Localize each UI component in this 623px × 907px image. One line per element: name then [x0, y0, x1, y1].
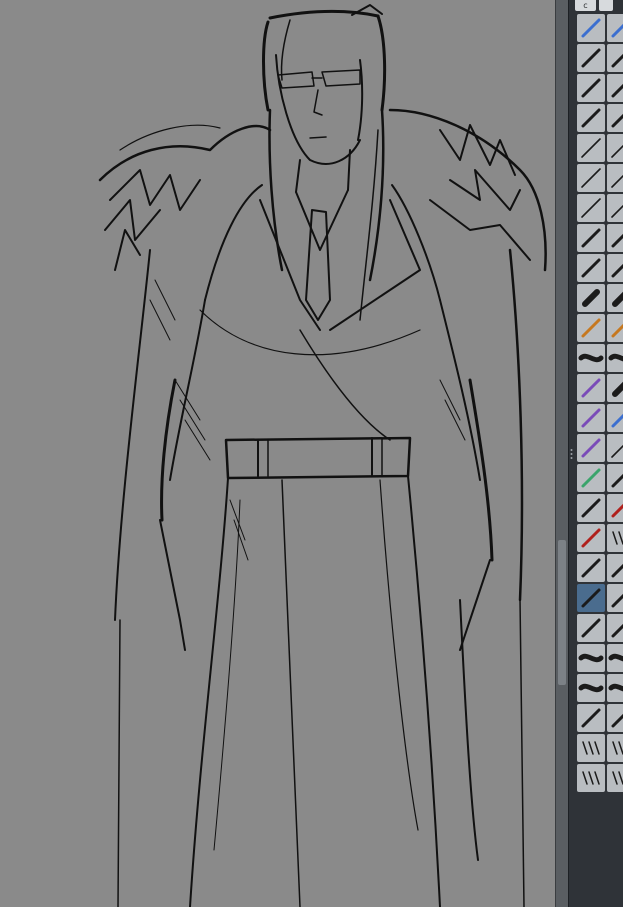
- brush-row: [577, 44, 623, 72]
- brush-row: [577, 404, 623, 432]
- line-pen-icon[interactable]: [577, 194, 605, 222]
- brush-icon[interactable]: [607, 254, 623, 282]
- brush-row: [577, 614, 623, 642]
- fountain-pen-icon[interactable]: [577, 494, 605, 522]
- eraser-icon[interactable]: [577, 14, 605, 42]
- blender-icon[interactable]: [607, 584, 623, 612]
- marker-icon[interactable]: [577, 224, 605, 252]
- texture-brush-icon[interactable]: [577, 644, 605, 672]
- ink-pen-icon[interactable]: [577, 74, 605, 102]
- pencil-icon[interactable]: [607, 134, 623, 162]
- brush-row: [577, 284, 623, 312]
- brush-row: [577, 554, 623, 582]
- ink-brush-icon[interactable]: [577, 614, 605, 642]
- hatch-brush-icon[interactable]: [607, 524, 623, 552]
- color-brush-icon[interactable]: [607, 614, 623, 642]
- brush-grid: [577, 14, 623, 794]
- brush-stroke-icon[interactable]: [577, 104, 605, 132]
- brush-row: [577, 704, 623, 732]
- brush-row: [577, 584, 623, 612]
- calligraphy-icon[interactable]: [607, 554, 623, 582]
- orange-brush-icon[interactable]: [577, 314, 605, 342]
- brush-row: [577, 524, 623, 552]
- line-pen-icon[interactable]: [607, 194, 623, 222]
- brush-row: [577, 644, 623, 672]
- brush-row: [577, 194, 623, 222]
- line-pen-icon[interactable]: [607, 434, 623, 462]
- pencil-icon[interactable]: [577, 164, 605, 192]
- brush-row: [577, 314, 623, 342]
- brush-icon[interactable]: [607, 74, 623, 102]
- knife-brush-icon[interactable]: [607, 704, 623, 732]
- square-brush-icon[interactable]: [607, 374, 623, 402]
- brush-row: [577, 14, 623, 42]
- calligraphy-icon[interactable]: [577, 554, 605, 582]
- purple-ink-icon[interactable]: [577, 434, 605, 462]
- canvas-scrollbar[interactable]: [555, 0, 569, 907]
- brush-row: [577, 104, 623, 132]
- brush-row: [577, 464, 623, 492]
- marker-icon[interactable]: [607, 224, 623, 252]
- grain-brush-icon[interactable]: [607, 674, 623, 702]
- brush-row: [577, 734, 623, 762]
- knife-brush-icon[interactable]: [577, 704, 605, 732]
- marker-icon[interactable]: [577, 254, 605, 282]
- brush-row: [577, 374, 623, 402]
- brush-panel: c: [568, 0, 623, 907]
- scatter-brush-icon[interactable]: [607, 734, 623, 762]
- drawing-canvas[interactable]: [0, 0, 555, 907]
- brush-row: [577, 344, 623, 372]
- airbrush-icon[interactable]: [607, 344, 623, 372]
- sketch-artwork: [98, 4, 547, 907]
- brush-row: [577, 764, 623, 792]
- halftone-brush-icon[interactable]: [577, 764, 605, 792]
- tab-brush-category[interactable]: c: [575, 0, 596, 11]
- panel-resize-handle[interactable]: [570, 448, 573, 460]
- airbrush-icon[interactable]: [577, 344, 605, 372]
- pen-nib-icon[interactable]: [607, 44, 623, 72]
- blue-brush-icon[interactable]: [607, 404, 623, 432]
- brush-row: [577, 674, 623, 702]
- round-brush-icon[interactable]: [577, 284, 605, 312]
- brush-row: [577, 494, 623, 522]
- orange-brush-icon[interactable]: [607, 314, 623, 342]
- purple-brush-icon[interactable]: [577, 374, 605, 402]
- ink-pen-icon[interactable]: [607, 464, 623, 492]
- brush-panel-tabs: c: [575, 0, 623, 12]
- grain-brush-icon[interactable]: [577, 674, 605, 702]
- brush-row: [577, 434, 623, 462]
- scatter-brush-icon[interactable]: [577, 734, 605, 762]
- scrollbar-thumb[interactable]: [558, 540, 566, 685]
- brush-row: [577, 74, 623, 102]
- eraser-icon[interactable]: [607, 14, 623, 42]
- brush-row: [577, 134, 623, 162]
- red-brush-icon[interactable]: [577, 524, 605, 552]
- pen-nib-icon[interactable]: [577, 44, 605, 72]
- green-ink-icon[interactable]: [577, 464, 605, 492]
- fine-pen-icon[interactable]: [577, 134, 605, 162]
- brush-row: [577, 164, 623, 192]
- halftone-brush-icon[interactable]: [607, 764, 623, 792]
- brush-row: [577, 254, 623, 282]
- brush-icon[interactable]: [607, 104, 623, 132]
- tab-brush-category-2[interactable]: [599, 0, 613, 11]
- purple-brush-icon[interactable]: [577, 404, 605, 432]
- red-brush-icon[interactable]: [607, 494, 623, 522]
- pencil-icon[interactable]: [607, 164, 623, 192]
- brush-row: [577, 224, 623, 252]
- drawing-app-window: c: [0, 0, 623, 907]
- texture-brush-icon[interactable]: [607, 644, 623, 672]
- round-brush-icon[interactable]: [607, 284, 623, 312]
- selected-brush-icon[interactable]: [577, 584, 605, 612]
